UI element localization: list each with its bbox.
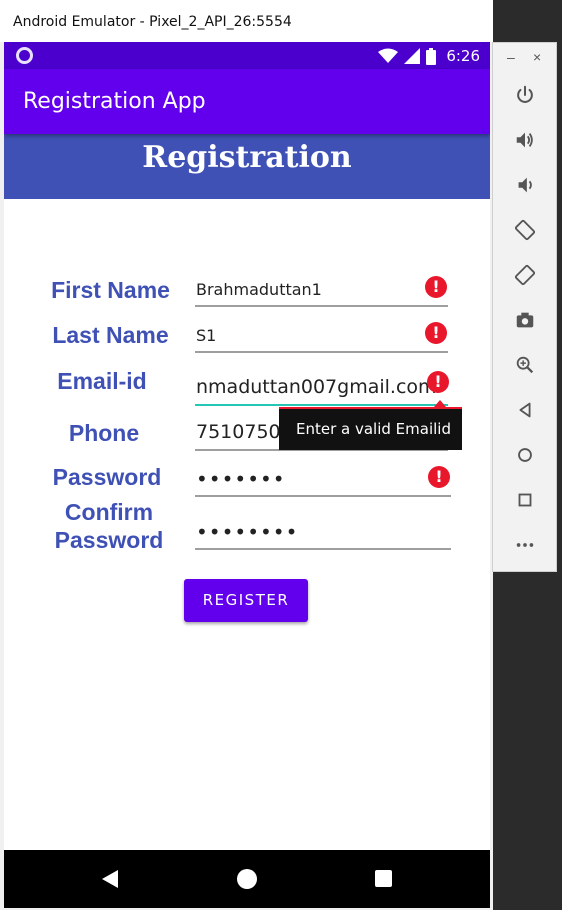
status-time: 6:26 xyxy=(446,47,480,65)
zoom-icon[interactable] xyxy=(513,353,537,377)
last-name-field[interactable]: S1 xyxy=(195,313,448,353)
side-toolbar-header: – × xyxy=(493,49,556,69)
password-error-icon[interactable]: ! xyxy=(428,466,450,488)
wifi-icon xyxy=(378,48,399,63)
confirm-password-label: Confirm Password xyxy=(44,498,174,554)
more-icon[interactable] xyxy=(513,533,537,557)
email-error-icon[interactable]: ! xyxy=(427,371,449,393)
rotate-left-icon[interactable] xyxy=(513,218,537,242)
password-label: Password xyxy=(52,464,162,490)
window-title: Android Emulator - Pixel_2_API_26:5554 xyxy=(13,14,292,30)
email-error-tooltip: Enter a valid Emailid xyxy=(279,407,462,450)
email-value: nmaduttan007gmail.com xyxy=(196,376,437,398)
phone-label: Phone xyxy=(68,420,140,446)
volume-up-icon[interactable] xyxy=(513,128,537,152)
power-icon[interactable] xyxy=(513,83,537,107)
page-title: Registration xyxy=(142,140,352,175)
first-name-value: Brahmaduttan1 xyxy=(196,280,322,299)
emulator-side-toolbar: – × xyxy=(492,42,557,572)
password-field[interactable]: ••••••• xyxy=(195,457,451,497)
status-bar: 6:26 xyxy=(4,42,490,69)
register-button[interactable]: REGISTER xyxy=(184,579,308,622)
confirm-password-label-line2: Password xyxy=(54,527,164,553)
first-name-error-icon[interactable]: ! xyxy=(425,276,447,298)
camera-icon[interactable] xyxy=(513,308,537,332)
close-button[interactable]: × xyxy=(533,49,541,65)
confirm-password-value: •••••••• xyxy=(196,520,299,544)
device-screen: 6:26 Registration App Registration First… xyxy=(4,42,490,908)
overview-icon[interactable] xyxy=(513,488,537,512)
nav-recent-apps-icon[interactable] xyxy=(375,870,392,887)
email-label: Email-id xyxy=(57,368,147,394)
confirm-password-field[interactable]: •••••••• xyxy=(195,510,451,550)
minimize-button[interactable]: – xyxy=(507,49,515,65)
notification-icon xyxy=(16,47,33,64)
last-name-error-icon[interactable]: ! xyxy=(425,322,447,344)
email-field[interactable]: nmaduttan007gmail.com xyxy=(195,366,448,406)
status-icons: 6:26 xyxy=(378,45,480,67)
home-icon[interactable] xyxy=(513,443,537,467)
nav-back-icon[interactable] xyxy=(102,870,118,888)
battery-icon xyxy=(426,47,437,65)
app-bar: Registration App xyxy=(4,69,490,134)
rotate-right-icon[interactable] xyxy=(513,263,537,287)
confirm-password-label-line1: Confirm xyxy=(64,499,154,525)
volume-down-icon[interactable] xyxy=(513,173,537,197)
emulator-window: Android Emulator - Pixel_2_API_26:5554 6… xyxy=(0,0,493,910)
back-icon[interactable] xyxy=(513,398,537,422)
nav-home-icon[interactable] xyxy=(237,869,257,889)
last-name-value: S1 xyxy=(196,326,217,345)
first-name-field[interactable]: Brahmaduttan1 xyxy=(195,267,448,307)
registration-header: Registration xyxy=(4,134,490,199)
window-title-bar: Android Emulator - Pixel_2_API_26:5554 xyxy=(0,0,493,42)
signal-icon xyxy=(404,48,421,64)
app-title: Registration App xyxy=(23,89,206,114)
last-name-label: Last Name xyxy=(52,322,169,348)
tooltip-arrow xyxy=(434,400,446,407)
password-value: ••••••• xyxy=(196,467,286,491)
first-name-label: First Name xyxy=(51,277,170,303)
navigation-bar xyxy=(4,850,490,908)
